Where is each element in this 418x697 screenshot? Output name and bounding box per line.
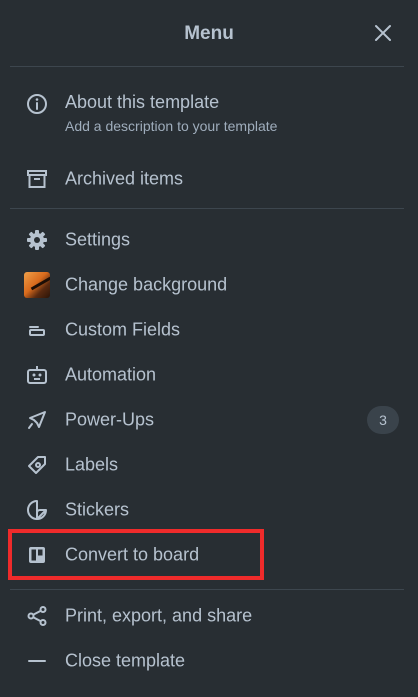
board-icon [24, 542, 50, 568]
menu-item-about-template[interactable]: About this template Add a description to… [10, 84, 404, 146]
menu-item-automation[interactable]: Automation [10, 353, 404, 397]
custom-fields-icon [24, 317, 50, 343]
menu-item-sublabel: Add a description to your template [65, 118, 278, 134]
menu-item-label: Labels [65, 454, 119, 475]
menu-item-label: Stickers [65, 499, 130, 520]
divider [10, 66, 404, 67]
menu-item-label: Settings [65, 229, 131, 250]
menu-item-print-export-share[interactable]: Print, export, and share [10, 594, 404, 638]
close-icon[interactable] [374, 24, 392, 42]
divider [10, 589, 404, 590]
rocket-icon [24, 407, 50, 433]
menu-item-label: Archived items [65, 168, 184, 189]
menu-item-label: Power-Ups [65, 409, 155, 430]
menu-item-label: Change background [65, 274, 228, 295]
menu-item-custom-fields[interactable]: Custom Fields [10, 308, 404, 352]
menu-panel: Menu About this template Add a descripti… [0, 0, 418, 697]
minus-icon [24, 648, 50, 674]
menu-item-label: Custom Fields [65, 319, 181, 340]
gear-icon [24, 227, 50, 253]
menu-item-label: Print, export, and share [65, 605, 253, 626]
background-thumbnail-icon [24, 272, 50, 298]
menu-item-close-template[interactable]: Close template [10, 639, 404, 683]
power-ups-count-badge: 3 [367, 406, 399, 434]
share-icon [24, 603, 50, 629]
menu-header: Menu [0, 0, 418, 66]
menu-item-convert-to-board[interactable]: Convert to board [10, 533, 404, 577]
menu-item-label: Automation [65, 364, 157, 385]
sticker-icon [24, 497, 50, 523]
menu-item-labels[interactable]: Labels [10, 443, 404, 487]
tag-icon [24, 452, 50, 478]
menu-item-archived-items[interactable]: Archived items [10, 157, 404, 201]
close-button[interactable] [368, 18, 398, 48]
robot-icon [24, 362, 50, 388]
menu-item-change-background[interactable]: Change background [10, 263, 404, 307]
menu-item-stickers[interactable]: Stickers [10, 488, 404, 532]
archive-icon [24, 166, 50, 192]
divider [10, 208, 404, 209]
menu-item-label: Convert to board [65, 544, 200, 565]
menu-item-label: Close template [65, 650, 186, 671]
menu-item-power-ups[interactable]: Power-Ups 3 [10, 398, 404, 442]
menu-item-settings[interactable]: Settings [10, 218, 404, 262]
info-icon [24, 91, 50, 117]
menu-item-label: About this template [65, 92, 220, 112]
menu-title: Menu [184, 23, 234, 44]
